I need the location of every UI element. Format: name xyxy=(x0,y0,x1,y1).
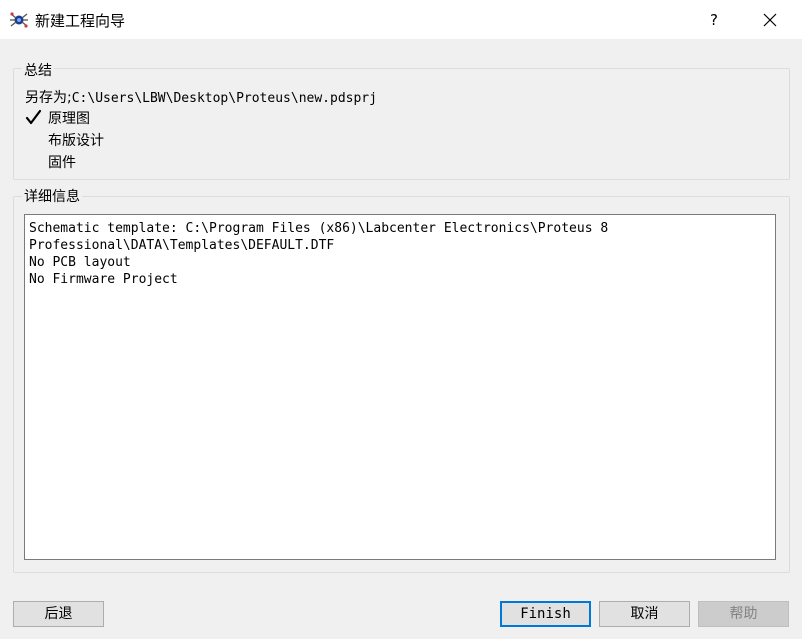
details-line: Schematic template: C:\Program Files (x8… xyxy=(29,221,609,236)
title-help-button[interactable]: ? xyxy=(700,8,728,32)
window-title: 新建工程向导 xyxy=(35,12,126,30)
details-textbox[interactable]: Schematic template: C:\Program Files (x8… xyxy=(24,214,776,560)
finish-button[interactable]: Finish xyxy=(500,601,591,627)
proteus-app-icon xyxy=(10,12,28,28)
option-firmware: 固件 xyxy=(48,155,76,171)
details-line: No PCB layout xyxy=(29,255,131,270)
save-as-label: 另存为; xyxy=(25,90,72,106)
back-button[interactable]: 后退 xyxy=(13,601,104,627)
checkmark-icon xyxy=(25,109,42,125)
details-legend: 详细信息 xyxy=(22,186,82,206)
details-line: No Firmware Project xyxy=(29,272,178,287)
title-bar: 新建工程向导 ? xyxy=(0,0,802,39)
summary-group xyxy=(13,68,790,180)
option-schematic: 原理图 xyxy=(48,111,90,127)
details-line: Professional\DATA\Templates\DEFAULT.DTF xyxy=(29,238,335,253)
help-button[interactable]: 帮助 xyxy=(698,601,789,627)
cancel-button[interactable]: 取消 xyxy=(599,601,690,627)
option-pcb-layout: 布版设计 xyxy=(48,133,104,149)
close-icon[interactable] xyxy=(756,8,784,32)
save-as-row: 另存为;C:\Users\LBW\Desktop\Proteus\new.pds… xyxy=(25,87,377,107)
save-as-path: C:\Users\LBW\Desktop\Proteus\new.pdsprj xyxy=(71,91,377,106)
summary-legend: 总结 xyxy=(22,60,54,80)
